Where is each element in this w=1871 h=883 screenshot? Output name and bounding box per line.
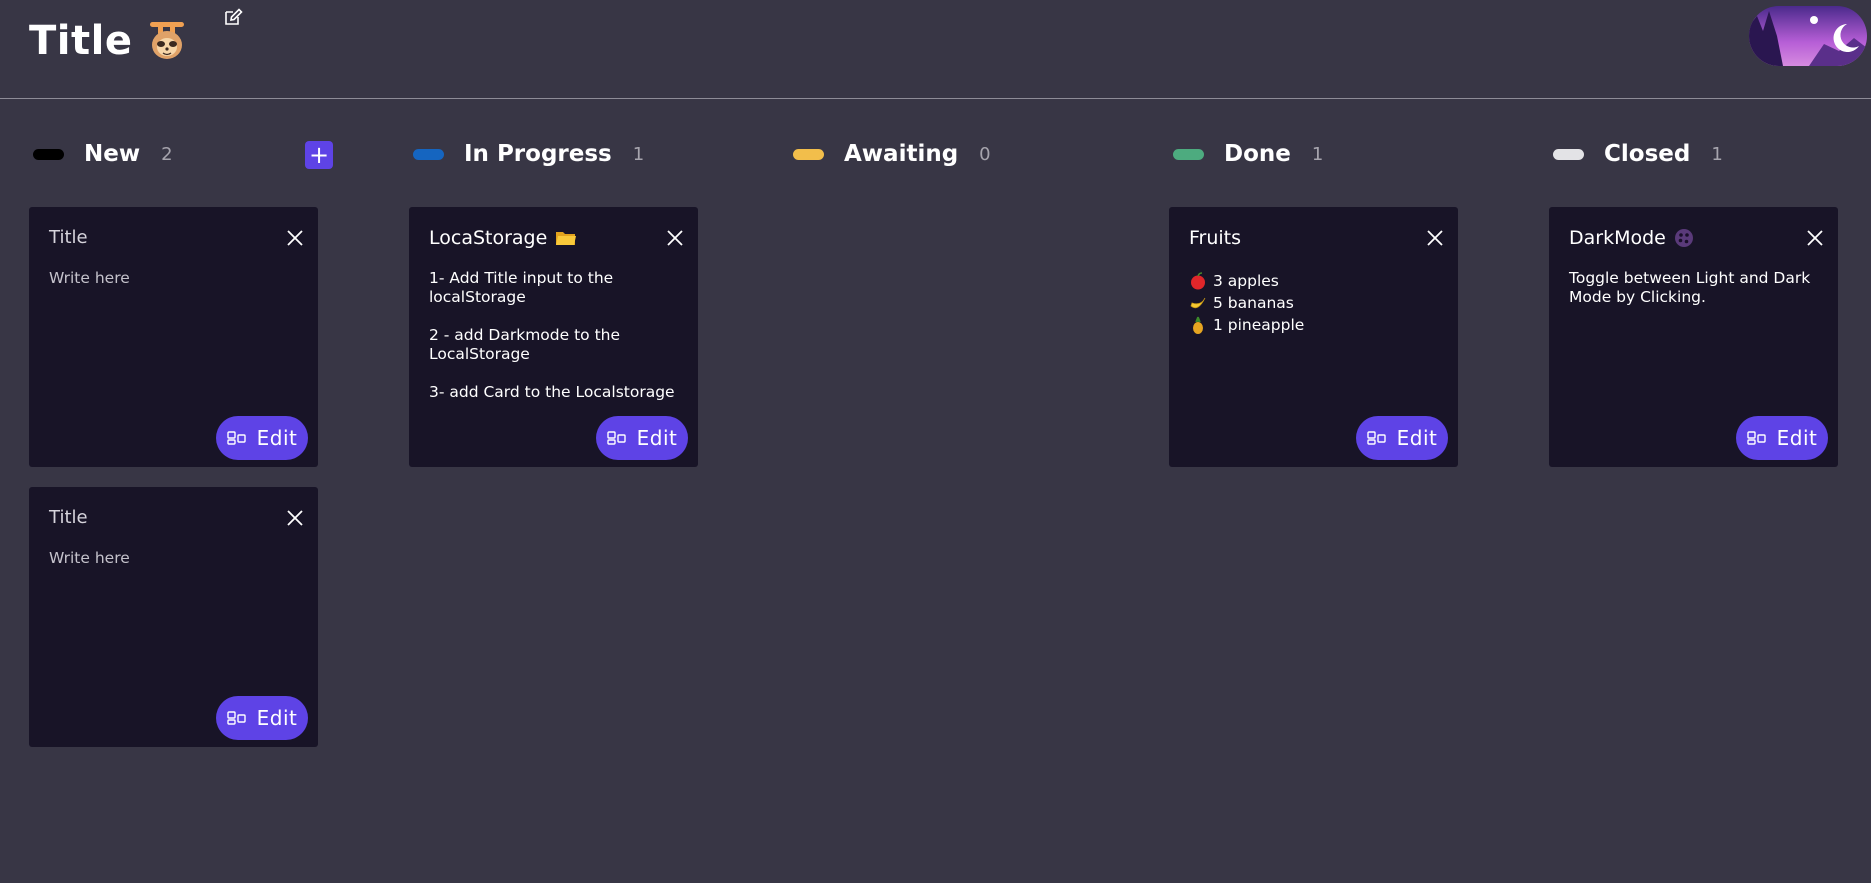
palette-icon [1674,229,1693,247]
edit-label: Edit [256,426,298,450]
card-title[interactable]: Title [49,227,88,248]
column-name: In Progress [464,141,612,167]
edit-icon [1746,431,1766,445]
status-color-indicator [793,148,824,160]
card-title[interactable]: Title [49,507,88,528]
list-item-text: 1 pineapple [1213,315,1305,334]
edit-icon [606,431,626,445]
list-item: 5 bananas [1189,292,1440,314]
status-color-indicator [33,148,64,160]
edit-label: Edit [256,706,298,730]
folder-icon [556,232,577,245]
card: Title Write here Edit [29,487,318,747]
edit-button[interactable]: Edit [1356,416,1448,460]
column-closed: Closed 1 [1549,137,1859,171]
column-header: Closed 1 [1549,137,1859,171]
column-header: Done 1 [1169,137,1479,171]
column-name: Done [1224,141,1291,167]
list-item: 3 apples [1189,270,1440,292]
page-title[interactable]: Title [29,18,190,64]
column-count: 1 [1311,143,1324,165]
card-body[interactable]: Write here [49,269,300,288]
card-title-text: DarkMode [1569,227,1666,249]
card-body[interactable]: Toggle between Light and Dark Mode by Cl… [1569,269,1820,307]
edit-button[interactable]: Edit [596,416,688,460]
column-count: 2 [161,143,173,165]
dark-mode-toggle[interactable] [1749,6,1867,66]
column-name: Closed [1604,141,1691,167]
page-title-text[interactable]: Title [29,18,132,64]
column-name: New [84,141,141,167]
column-header: New 2 + [29,137,339,171]
card-body[interactable]: 3 apples 5 bananas 1 pineapple [1189,270,1440,336]
column-count: 1 [1711,143,1723,165]
edit-label: Edit [636,426,678,450]
close-icon[interactable] [286,509,304,527]
close-icon[interactable] [1806,229,1824,247]
column-done: Done 1 [1169,137,1479,171]
list-item-text: 5 bananas [1213,293,1294,312]
column-count: 1 [632,143,645,165]
card-line: 3- add Card to the Localstorage [429,383,675,401]
apple-icon [1191,272,1205,290]
close-icon[interactable] [666,229,684,247]
column-awaiting: Awaiting 0 [789,137,1099,171]
card-title[interactable]: LocaStorage [429,227,577,249]
card-line: 1- Add Title input to the localStorage [429,269,614,306]
edit-button[interactable]: Edit [216,416,308,460]
status-color-indicator [413,148,444,160]
list-item: 1 pineapple [1189,314,1440,336]
card-line: 2 - add Darkmode to the LocalStorage [429,326,621,363]
night-scene-icon [1749,6,1867,66]
sloth-icon [150,22,185,59]
edit-title-icon[interactable] [222,6,244,28]
column-new: New 2 + [29,137,339,171]
card-body[interactable]: Write here [49,549,300,568]
card: LocaStorage 1- Add Title input to the lo… [409,207,698,467]
status-color-indicator [1553,148,1584,160]
edit-button[interactable]: Edit [1736,416,1828,460]
card-title[interactable]: Fruits [1189,227,1241,249]
card-body[interactable]: 1- Add Title input to the localStorage 2… [429,269,680,421]
edit-icon [226,711,246,725]
add-card-button[interactable]: + [305,141,333,169]
edit-button[interactable]: Edit [216,696,308,740]
column-header: Awaiting 0 [789,137,1099,171]
close-icon[interactable] [286,229,304,247]
list-item-text: 3 apples [1213,271,1279,290]
card: Title Write here Edit [29,207,318,467]
close-icon[interactable] [1426,229,1444,247]
column-name: Awaiting [844,141,959,167]
column-count: 0 [979,143,991,165]
banana-icon [1190,297,1206,309]
pineapple-icon [1193,316,1203,334]
card: DarkMode Toggle between Light and Dark M… [1549,207,1838,467]
edit-icon [1366,431,1386,445]
edit-label: Edit [1776,426,1818,450]
card-title[interactable]: DarkMode [1569,227,1694,249]
card-title-text: LocaStorage [429,227,548,249]
edit-icon [226,431,246,445]
card: Fruits 3 apples 5 bananas 1 pineapple Ed… [1169,207,1458,467]
column-in-progress: In Progress 1 [409,137,719,171]
edit-label: Edit [1396,426,1438,450]
status-color-indicator [1173,148,1204,160]
column-header: In Progress 1 [409,137,719,171]
header: Title [0,0,1871,99]
